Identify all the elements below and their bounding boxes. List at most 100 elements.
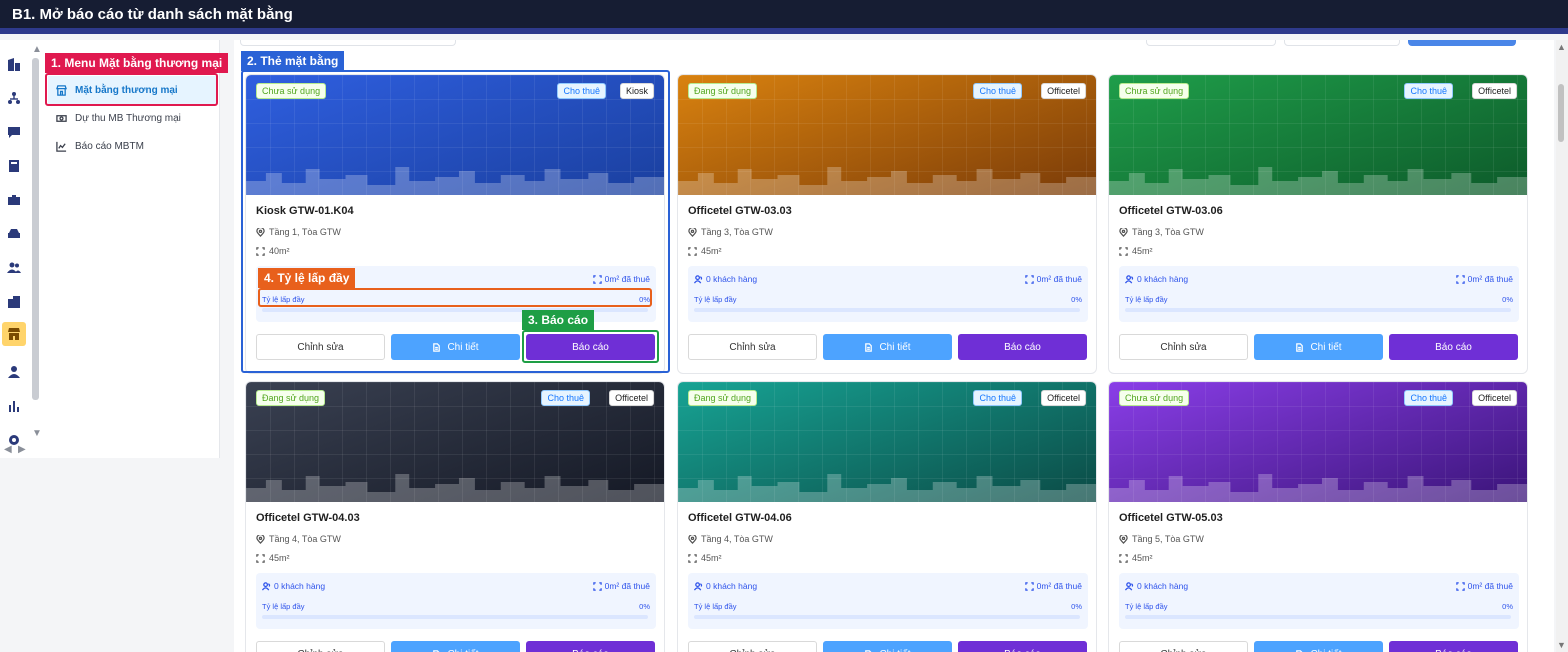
- report-button[interactable]: Báo cáo: [1389, 641, 1518, 652]
- main-scroll-thumb[interactable]: [1558, 84, 1564, 142]
- calculator-icon[interactable]: [6, 158, 22, 174]
- sidebar-item-label: Dự thu MB Thương mại: [75, 112, 181, 124]
- report-label: Báo cáo: [1435, 341, 1472, 353]
- filter-input[interactable]: [240, 40, 456, 46]
- fill-rate-track: [262, 615, 648, 619]
- add-button[interactable]: [1408, 40, 1516, 46]
- report-button[interactable]: Báo cáo: [958, 641, 1087, 652]
- report-button[interactable]: Báo cáo: [958, 334, 1087, 360]
- status-badge: Đang sử dụng: [688, 83, 758, 99]
- fill-rate-track: [694, 308, 1080, 312]
- card-banner: Chưa sử dụng Cho thuê Officetel: [1109, 382, 1527, 502]
- edit-button[interactable]: Chỉnh sửa: [1119, 641, 1248, 652]
- location-pin-icon: [256, 227, 265, 237]
- fill-rate-value: 0%: [639, 602, 650, 611]
- scroll-up-icon[interactable]: ▲: [32, 44, 42, 55]
- rented-area: 0m² đã thuê: [1455, 274, 1513, 284]
- detail-label: Chi tiết: [1310, 649, 1341, 652]
- detail-button[interactable]: Chi tiết: [1254, 334, 1383, 360]
- sidebar-item-mat-bang[interactable]: Mặt bằng thương mại: [48, 76, 216, 104]
- rented-area: 0m² đã thuê: [592, 581, 650, 591]
- briefcase-icon[interactable]: [6, 192, 22, 208]
- detail-label: Chi tiết: [447, 649, 478, 652]
- detail-button[interactable]: Chi tiết: [1254, 641, 1383, 652]
- unit-area: 45m²: [1119, 246, 1153, 256]
- unit-name: Officetel GTW-03.06: [1119, 205, 1223, 217]
- stats-box: 0 khách hàng 0m² đã thuê Tỷ lệ lấp đầy 0%: [256, 573, 656, 629]
- location-pin-icon: [1119, 534, 1128, 544]
- report-label: Báo cáo: [572, 341, 609, 353]
- stats-box: 0 khách hàng 0m² đã thuê Tỷ lệ lấp đầy 0%: [688, 266, 1088, 322]
- unit-location: Tầng 3, Tòa GTW: [688, 227, 773, 237]
- type-badge: Officetel: [1041, 390, 1086, 406]
- detail-button[interactable]: Chi tiết: [823, 641, 952, 652]
- customers-text: 0 khách hàng: [1137, 274, 1189, 284]
- fill-rate-track: [694, 615, 1080, 619]
- report-button[interactable]: Báo cáo: [526, 334, 655, 360]
- location-text: Tầng 5, Tòa GTW: [1132, 534, 1204, 544]
- users-icon[interactable]: [6, 260, 22, 276]
- store-icon[interactable]: [2, 322, 26, 346]
- unit-area: 45m²: [256, 553, 290, 563]
- network-icon[interactable]: [6, 90, 22, 106]
- annotation-card-label: 2. Thẻ mặt bằng: [241, 51, 345, 71]
- unit-card[interactable]: Đang sử dụng Cho thuê Officetel Officetel G…: [677, 381, 1097, 652]
- detail-button[interactable]: Chi tiết: [391, 334, 520, 360]
- detail-label: Chi tiết: [447, 341, 479, 353]
- sidebar-item-du-thu[interactable]: Dự thu MB Thương mại: [48, 104, 216, 132]
- person-icon[interactable]: [6, 364, 22, 380]
- location-pin-icon: [1119, 227, 1128, 237]
- edit-button[interactable]: Chỉnh sửa: [688, 641, 817, 652]
- area-text: 45m²: [701, 246, 722, 256]
- customers-count: 0 khách hàng: [1125, 581, 1188, 591]
- detail-label: Chi tiết: [879, 649, 910, 652]
- fill-rate-label: Tỷ lệ lấp đầy: [694, 295, 737, 304]
- scroll-up-icon[interactable]: ▲: [1557, 42, 1566, 52]
- car-icon[interactable]: [6, 226, 22, 242]
- rent-badge: Cho thuê: [557, 83, 606, 99]
- building-icon[interactable]: [6, 56, 22, 72]
- unit-area: 45m²: [688, 553, 722, 563]
- scroll-down-icon[interactable]: ▼: [1557, 640, 1566, 650]
- card-banner: Đang sử dụng Cho thuê Officetel: [678, 382, 1096, 502]
- fill-rate-label: Tỷ lệ lấp đầy: [262, 602, 305, 611]
- sidebar-scrollbar[interactable]: [32, 58, 39, 400]
- sidebar-item-label: Báo cáo MBTM: [75, 140, 144, 152]
- edit-button[interactable]: Chỉnh sửa: [688, 334, 817, 360]
- report-button[interactable]: Báo cáo: [1389, 334, 1518, 360]
- top-header: B1. Mở báo cáo từ danh sách mặt bằng: [0, 0, 1568, 34]
- scroll-left-icon[interactable]: ◀: [4, 444, 12, 455]
- unit-card[interactable]: Chưa sử dụng Cho thuê Officetel Officetel G…: [1108, 74, 1528, 374]
- chart-icon[interactable]: [6, 398, 22, 414]
- customers-count: 0 khách hàng: [694, 581, 757, 591]
- detail-button[interactable]: Chi tiết: [823, 334, 952, 360]
- fill-rate-label: Tỷ lệ lấp đầy: [694, 602, 737, 611]
- edit-button[interactable]: Chỉnh sửa: [256, 334, 385, 360]
- edit-button[interactable]: Chỉnh sửa: [1119, 334, 1248, 360]
- unit-card[interactable]: Chưa sử dụng Cho thuê Officetel Officetel G…: [1108, 381, 1528, 652]
- unit-card[interactable]: Đang sử dụng Cho thuê Officetel Officetel G…: [245, 381, 665, 652]
- unit-card[interactable]: Chưa sử dụng Cho thuê Kiosk Kiosk GTW-01.K0…: [245, 74, 665, 374]
- office-icon[interactable]: [6, 294, 22, 310]
- rented-text: 0m² đã thuê: [1036, 581, 1082, 591]
- edit-button[interactable]: Chỉnh sửa: [256, 641, 385, 652]
- scroll-right-icon[interactable]: ▶: [18, 444, 26, 455]
- sidebar-item-bao-cao[interactable]: Báo cáo MBTM: [48, 132, 216, 160]
- report-button[interactable]: Báo cáo: [526, 641, 655, 652]
- scroll-down-icon[interactable]: ▼: [32, 428, 42, 439]
- unit-location: Tầng 3, Tòa GTW: [1119, 227, 1204, 237]
- filter-select[interactable]: [1146, 40, 1276, 46]
- fill-rate-label: Tỷ lệ lấp đầy: [262, 295, 305, 304]
- report-label: Báo cáo: [572, 649, 609, 652]
- fill-rate-track: [1125, 308, 1511, 312]
- type-badge: Officetel: [1472, 390, 1517, 406]
- status-badge: Đang sử dụng: [256, 390, 326, 406]
- detail-button[interactable]: Chi tiết: [391, 641, 520, 652]
- fill-rate-value: 0%: [1071, 295, 1082, 304]
- skyline-graphic: [678, 474, 1096, 502]
- chat-icon[interactable]: [6, 124, 22, 140]
- unit-card[interactable]: Đang sử dụng Cho thuê Officetel Officetel G…: [677, 74, 1097, 374]
- location-text: Tầng 4, Tòa GTW: [701, 534, 773, 544]
- edit-label: Chỉnh sửa: [729, 341, 776, 353]
- filter-select[interactable]: [1284, 40, 1400, 46]
